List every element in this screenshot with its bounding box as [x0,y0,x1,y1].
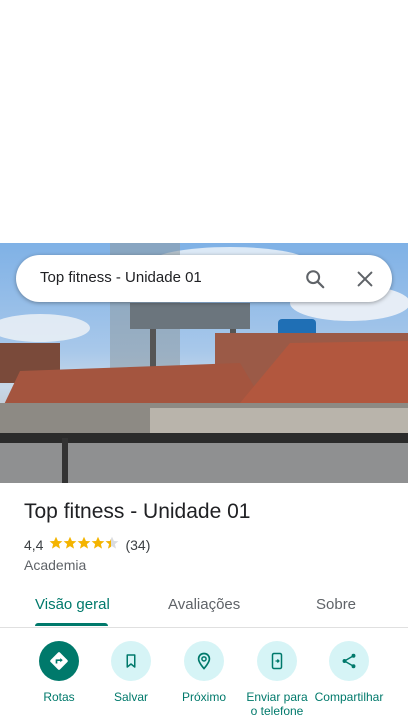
review-count[interactable]: (34) [125,537,150,553]
rating-value: 4,4 [24,536,44,553]
search-bar[interactable]: Top fitness - Unidade 01 [16,255,392,302]
nearby-button[interactable]: Próximo [164,641,244,704]
send-to-phone-icon [257,641,297,681]
send-to-phone-label: Enviar para o telefone [246,690,308,718]
search-icon[interactable] [304,268,326,290]
tabs-divider [0,627,408,628]
tab-reviews[interactable]: Avaliações [168,596,240,613]
tab-active-indicator [35,623,108,626]
directions-button[interactable]: Rotas [19,641,99,704]
directions-icon [39,641,79,681]
save-button[interactable]: Salvar [91,641,171,704]
directions-label: Rotas [43,690,75,704]
share-icon [329,641,369,681]
share-button[interactable]: Compartilhar [309,641,389,704]
nearby-label: Próximo [181,690,226,704]
place-name: Top fitness - Unidade 01 [24,500,251,523]
nearby-icon [184,641,224,681]
tab-overview[interactable]: Visão geral [35,596,110,613]
rating-stars [49,536,119,553]
search-query[interactable]: Top fitness - Unidade 01 [40,269,202,286]
bookmark-icon [111,641,151,681]
star-icons [50,536,119,549]
send-to-phone-button[interactable]: Enviar para o telefone [237,641,317,718]
place-category: Academia [24,557,87,573]
save-label: Salvar [113,690,148,704]
tab-about[interactable]: Sobre [316,596,356,613]
share-label: Compartilhar [314,690,384,704]
rating-row[interactable]: 4,4 (34) [24,536,150,553]
close-icon[interactable] [354,268,376,290]
